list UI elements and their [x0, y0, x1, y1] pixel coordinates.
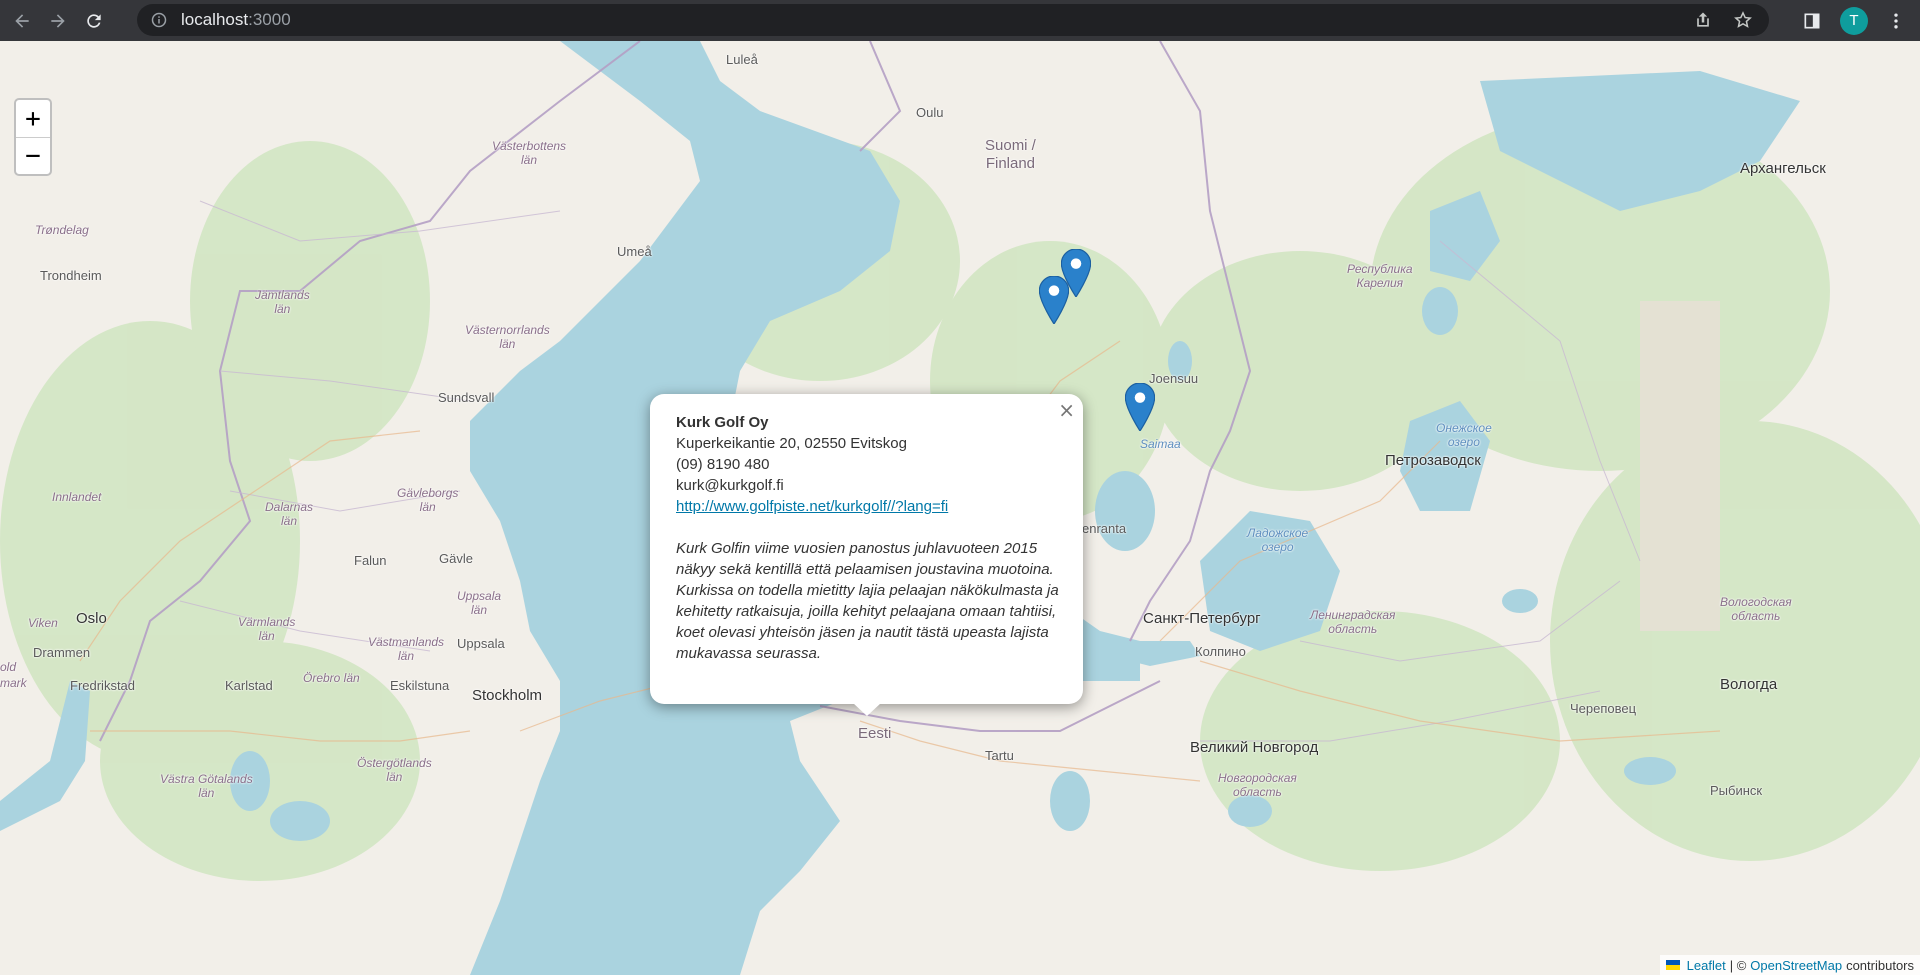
leaflet-link[interactable]: Leaflet [1687, 958, 1726, 973]
place-label-arkhangelsk: Архангельск [1740, 160, 1826, 177]
place-label-jamtland: Jämtlands län [255, 288, 310, 316]
place-label-gavleborg: Gävleborgs län [397, 486, 459, 514]
openstreetmap-link[interactable]: OpenStreetMap [1750, 958, 1842, 973]
course-address: Kuperkeikantie 20, 02550 Evitskog [676, 435, 907, 452]
profile-avatar[interactable]: T [1840, 6, 1868, 35]
course-name: Kurk Golf Oy [676, 414, 769, 431]
place-label-vastra: Västra Götalands län [160, 772, 253, 800]
place-label-saimaa: Saimaa [1140, 437, 1181, 451]
place-label-lulea: Luleå [726, 52, 758, 67]
map-container[interactable]: Luleå Oulu Suomi / Finland Архангельск Väste… [0, 41, 1920, 975]
place-label-oulu: Oulu [916, 105, 944, 120]
place-label-varmland: Värmlands län [238, 615, 296, 643]
place-label-vologda: Вологда [1720, 676, 1778, 693]
map-pin-icon [1038, 275, 1070, 326]
zoom-control: + − [14, 98, 52, 176]
place-label-sundsvall: Sundsvall [438, 390, 495, 405]
golf-course-marker[interactable] [1124, 382, 1156, 433]
attribution-separator: | © [1729, 957, 1747, 973]
course-description: Kurk Golfin viime vuosien panostus juhla… [676, 540, 1059, 662]
place-label-uppsala: Uppsala [457, 636, 505, 651]
place-label-vastmanland: Västmanlands län [368, 635, 445, 663]
place-label-tartu: Tartu [985, 748, 1014, 763]
popup-tip [853, 703, 881, 716]
course-email: kurk@kurkgolf.fi [676, 477, 784, 494]
forward-button[interactable] [44, 7, 72, 35]
place-label-eesti: Eesti [858, 725, 892, 742]
place-label-leningrad: Ленинградская область [1310, 608, 1396, 636]
place-label-novgorod: Великий Новгород [1190, 739, 1319, 756]
share-icon[interactable] [1693, 10, 1713, 30]
place-label-karelia: Республика Карелия [1347, 262, 1413, 290]
arrow-left-icon [15, 13, 29, 28]
browser-toolbar: localhost:3000 T [0, 0, 1920, 41]
popup-close-button[interactable]: × [1058, 400, 1075, 421]
place-label-vasternorrland: Västernorrlands län [465, 323, 550, 351]
place-label-old: old [0, 660, 17, 674]
place-label-innlandet: Innlandet [52, 490, 102, 504]
place-label-trondelag: Trøndelag [35, 223, 89, 237]
place-label-onega: Онежское озеро [1436, 421, 1492, 449]
attribution-contributors: contributors [1846, 957, 1914, 973]
reload-icon [87, 13, 101, 28]
place-label-vologda_obl: Вологодская область [1720, 595, 1792, 623]
place-label-oslo: Oslo [76, 610, 107, 627]
place-label-uppsala_lan: Uppsala län [457, 589, 502, 617]
place-label-stockholm: Stockholm [472, 687, 543, 704]
place-label-finland: Suomi / Finland [985, 137, 1036, 172]
zoom-in-button[interactable]: + [16, 100, 50, 137]
place-label-ladoga: Ладожское озеро [1247, 526, 1309, 554]
place-label-trondheim: Trondheim [40, 268, 102, 283]
place-label-drammen: Drammen [33, 645, 91, 660]
place-label-petrozavodsk: Петрозаводск [1385, 452, 1481, 469]
map-attribution: Leaflet | © OpenStreetMap contributors [1659, 955, 1920, 975]
place-label-joensuu: Joensuu [1149, 371, 1199, 386]
url-text: localhost:3000 [181, 10, 291, 29]
place-label-fredrikstad: Fredrikstad [70, 678, 136, 693]
place-label-orebro: Örebro län [303, 671, 360, 685]
place-label-rybinsk: Рыбинск [1710, 783, 1763, 798]
golf-course-marker[interactable] [1038, 275, 1070, 326]
map-pin-icon [1124, 382, 1156, 433]
place-label-spb: Санкт-Петербург [1143, 610, 1261, 627]
place-label-lappeenranta: enranta [1082, 521, 1127, 536]
golf-course-popup: × Kurk Golf Oy Kuperkeikantie 20, 02550 … [650, 394, 1083, 716]
place-label-falun: Falun [354, 553, 387, 568]
zoom-out-button[interactable]: − [16, 137, 50, 174]
place-label-eskilstuna: Eskilstuna [390, 678, 450, 693]
place-label-dalarna: Dalarnas län [265, 500, 314, 528]
place-label-gavle: Gävle [439, 551, 473, 566]
arrow-right-icon [51, 13, 65, 28]
site-info-icon[interactable] [151, 12, 167, 28]
reload-button[interactable] [80, 7, 108, 35]
place-label-mark: mark [0, 676, 27, 690]
place-label-kolpino: Колпино [1195, 644, 1246, 659]
place-label-viken: Viken [28, 616, 58, 630]
address-bar[interactable]: localhost:3000 [137, 4, 1769, 36]
course-website-link[interactable]: http://www.golfpiste.net/kurkgolf//?lang… [676, 498, 948, 515]
place-label-umea: Umeå [617, 244, 652, 259]
place-label-ostergotland: Östergötlands län [357, 756, 432, 784]
ukraine-flag-icon [1665, 960, 1680, 970]
place-label-cherepovets: Череповец [1570, 701, 1637, 716]
place-label-karlstad: Karlstad [225, 678, 273, 693]
kebab-menu-icon[interactable] [1886, 11, 1906, 31]
back-button[interactable] [8, 7, 36, 35]
place-label-vasterbotten: Västerbottens län [492, 139, 567, 167]
bookmark-star-icon[interactable] [1733, 10, 1753, 30]
side-panel-icon[interactable] [1802, 11, 1822, 31]
course-phone: (09) 8190 480 [676, 456, 770, 473]
place-label-novgorod_obl: Новгородская область [1218, 771, 1297, 799]
